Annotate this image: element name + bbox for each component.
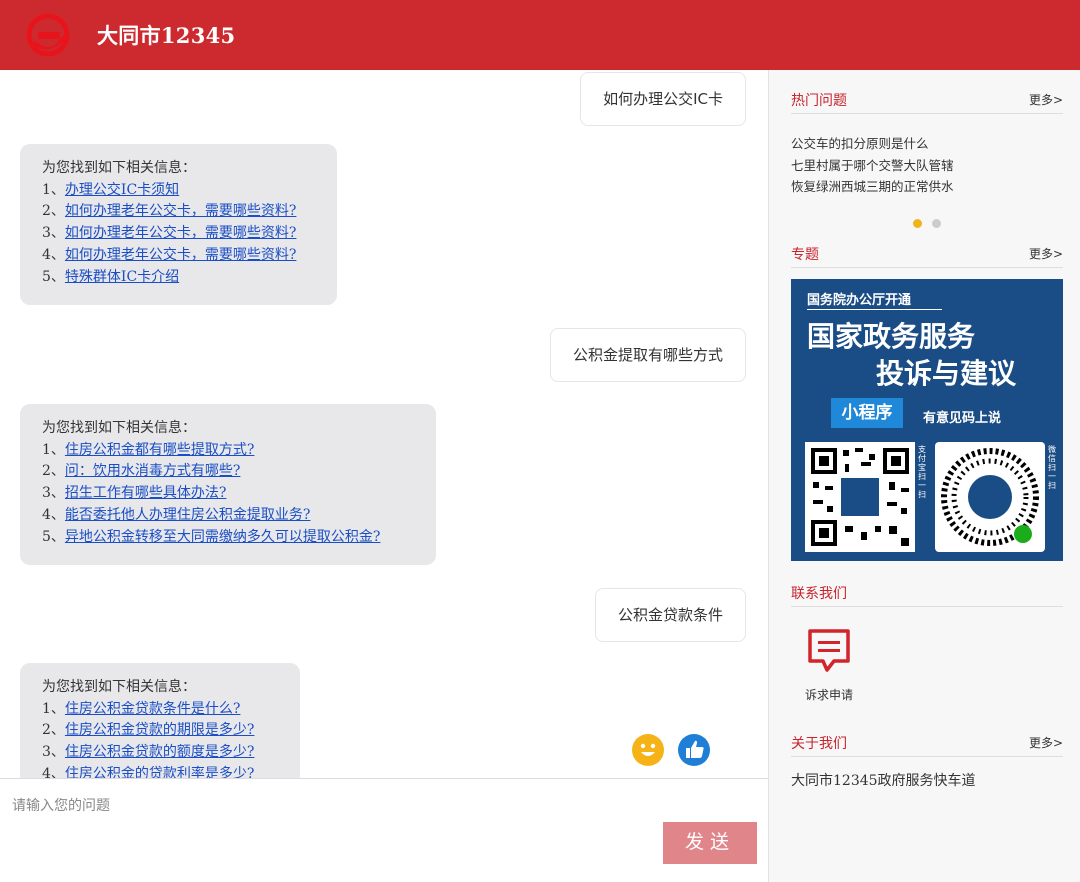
result-number: 1、 (42, 441, 65, 458)
appeal-request-label: 诉求申请 (804, 688, 853, 702)
result-number: 2、 (42, 203, 65, 220)
user-message: 公积金贷款条件 (594, 588, 746, 642)
bot-message: 为您找到如下相关信息： 1、住房公积金都有哪些提取方式? 2、问：饮用水消毒方式… (20, 404, 436, 565)
qr-right-caption: 微信扫一扫 (1048, 445, 1056, 490)
hot-questions-more-link[interactable]: 更多> (1029, 91, 1063, 108)
app-title: 大同市12345 (97, 23, 236, 48)
result-number: 3、 (42, 225, 65, 242)
carousel-dot[interactable] (932, 219, 941, 228)
topics-header: 专题 更多> (791, 244, 1063, 268)
carousel-dot-active[interactable] (913, 219, 922, 228)
result-item: 1、办理公交IC卡须知 (42, 180, 315, 202)
result-item: 2、住房公积金贷款的期限是多少? (42, 720, 278, 742)
result-number: 4、 (42, 506, 65, 523)
hot-question-item[interactable]: 七里村属于哪个交警大队管辖 (791, 155, 954, 177)
bot-message: 为您找到如下相关信息： 1、住房公积金贷款条件是什么? 2、住房公积金贷款的期限… (20, 663, 300, 778)
banner-opinion: 有意见码上说 (923, 411, 1002, 426)
about-header: 关于我们 更多> (791, 733, 1063, 757)
user-message: 公积金提取有哪些方式 (549, 328, 746, 382)
question-input[interactable] (12, 791, 652, 819)
result-item: 1、住房公积金都有哪些提取方式? (42, 440, 414, 462)
result-item: 5、特殊群体IC卡介绍 (42, 267, 315, 289)
result-number: 4、 (42, 246, 65, 263)
result-item: 4、如何办理老年公交卡，需要哪些资料? (42, 245, 315, 267)
logo-icon (26, 13, 70, 57)
result-item: 4、能否委托他人办理住房公积金提取业务? (42, 505, 414, 527)
result-link[interactable]: 办理公交IC卡须知 (65, 182, 179, 198)
hot-question-item[interactable]: 公交车的扣分原则是什么 (791, 133, 954, 155)
contact-header: 联系我们 (791, 583, 1063, 607)
result-link[interactable]: 如何办理老年公交卡，需要哪些资料? (65, 247, 297, 263)
hot-questions-header: 热门问题 更多> (791, 90, 1063, 114)
result-item: 1、住房公积金贷款条件是什么? (42, 699, 278, 721)
bot-intro: 为您找到如下相关信息： (42, 679, 196, 695)
bot-intro: 为您找到如下相关信息： (42, 160, 196, 176)
result-item: 5、异地公积金转移至大同需缴纳多久可以提取公积金? (42, 527, 414, 549)
result-item: 3、招生工作有哪些具体办法? (42, 483, 414, 505)
result-number: 1、 (42, 181, 65, 198)
message-icon (808, 629, 850, 672)
result-number: 4、 (42, 765, 65, 778)
banner-line1: 国务院办公厅开通 (807, 293, 912, 308)
result-link[interactable]: 如何办理老年公交卡，需要哪些资料? (65, 225, 297, 241)
result-number: 5、 (42, 268, 65, 285)
result-item: 2、如何办理老年公交卡，需要哪些资料? (42, 201, 315, 223)
about-text: 大同市12345政府服务快车道 (791, 773, 976, 789)
smile-icon[interactable] (632, 734, 664, 766)
hot-question-item[interactable]: 恢复绿洲西城三期的正常供水 (791, 176, 954, 198)
topic-banner[interactable]: 国务院办公厅开通 国家政务服务 投诉与建议 小程序 有意见码上说 支付宝扫一扫 (791, 279, 1063, 561)
appeal-request-button[interactable]: 诉求申请 (799, 626, 859, 703)
result-link[interactable]: 特殊群体IC卡介绍 (65, 269, 179, 285)
result-link[interactable]: 住房公积金的贷款利率是多少? (65, 766, 255, 778)
result-number: 2、 (42, 722, 65, 739)
result-item: 4、住房公积金的贷款利率是多少? (42, 764, 278, 778)
result-item: 2、问：饮用水消毒方式有哪些? (42, 461, 414, 483)
banner-line3: 投诉与建议 (876, 357, 1017, 390)
sidebar: 热门问题 更多> 公交车的扣分原则是什么 七里村属于哪个交警大队管辖 恢复绿洲西… (768, 70, 1080, 882)
bot-intro: 为您找到如下相关信息： (42, 420, 196, 436)
mini-program-badge: 小程序 (831, 398, 903, 428)
result-number: 3、 (42, 485, 65, 502)
result-link[interactable]: 住房公积金贷款条件是什么? (65, 701, 241, 717)
wechat-qr-code (935, 442, 1045, 552)
send-button[interactable]: 发送 (663, 822, 757, 864)
contact-title: 联系我们 (791, 586, 847, 602)
banner-divider (807, 309, 942, 310)
chat-area[interactable]: 如何办理公交IC卡 为您找到如下相关信息： 1、办理公交IC卡须知 2、如何办理… (0, 70, 768, 778)
alipay-qr-code (805, 442, 915, 552)
banner-line2: 国家政务服务 (807, 320, 976, 353)
result-link[interactable]: 住房公积金贷款的额度是多少? (65, 744, 255, 760)
result-link[interactable]: 住房公积金都有哪些提取方式? (65, 442, 255, 458)
user-message: 如何办理公交IC卡 (580, 72, 746, 126)
topics-title: 专题 (791, 247, 819, 263)
app-header: 大同市12345 (0, 0, 1080, 70)
thumbs-up-icon[interactable] (678, 734, 710, 766)
result-item: 3、住房公积金贷款的额度是多少? (42, 742, 278, 764)
result-link[interactable]: 住房公积金贷款的期限是多少? (65, 722, 255, 738)
result-item: 3、如何办理老年公交卡，需要哪些资料? (42, 223, 315, 245)
hot-questions-list: 公交车的扣分原则是什么 七里村属于哪个交警大队管辖 恢复绿洲西城三期的正常供水 (791, 133, 954, 198)
result-link[interactable]: 招生工作有哪些具体办法? (65, 485, 227, 501)
result-link[interactable]: 异地公积金转移至大同需缴纳多久可以提取公积金? (65, 529, 381, 545)
result-number: 2、 (42, 463, 65, 480)
about-title: 关于我们 (791, 736, 847, 752)
bot-message: 为您找到如下相关信息： 1、办理公交IC卡须知 2、如何办理老年公交卡，需要哪些… (20, 144, 337, 305)
hot-questions-title: 热门问题 (791, 93, 847, 109)
result-number: 1、 (42, 700, 65, 717)
result-link[interactable]: 能否委托他人办理住房公积金提取业务? (65, 507, 311, 523)
about-more-link[interactable]: 更多> (1029, 734, 1063, 751)
result-link[interactable]: 如何办理老年公交卡，需要哪些资料? (65, 203, 297, 219)
input-area: 发送 (0, 778, 768, 882)
result-number: 5、 (42, 528, 65, 545)
qr-left-caption: 支付宝扫一扫 (918, 445, 926, 499)
result-number: 3、 (42, 744, 65, 761)
topics-more-link[interactable]: 更多> (1029, 245, 1063, 262)
result-link[interactable]: 问：饮用水消毒方式有哪些? (65, 463, 241, 479)
